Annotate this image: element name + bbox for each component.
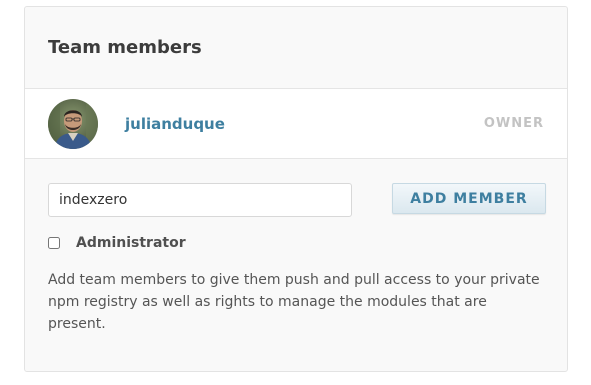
administrator-checkbox[interactable] — [48, 237, 60, 249]
add-member-form: ADD MEMBER Administrator Add team member… — [25, 159, 567, 371]
add-member-button[interactable]: ADD MEMBER — [392, 183, 546, 214]
member-row: julianduque OWNER — [25, 89, 567, 159]
member-username-input[interactable] — [48, 183, 352, 217]
administrator-option: Administrator — [48, 235, 186, 251]
member-role-badge: OWNER — [483, 116, 544, 131]
administrator-label[interactable]: Administrator — [76, 235, 186, 251]
panel-title: Team members — [48, 37, 202, 58]
help-text: Add team members to give them push and p… — [48, 272, 540, 332]
avatar[interactable] — [48, 98, 98, 149]
member-username-link[interactable]: julianduque — [125, 115, 225, 133]
user-avatar-icon — [48, 98, 98, 149]
panel-header: Team members — [25, 7, 567, 89]
team-members-panel: Team members julianduque OWNER indexzero… — [24, 6, 568, 372]
